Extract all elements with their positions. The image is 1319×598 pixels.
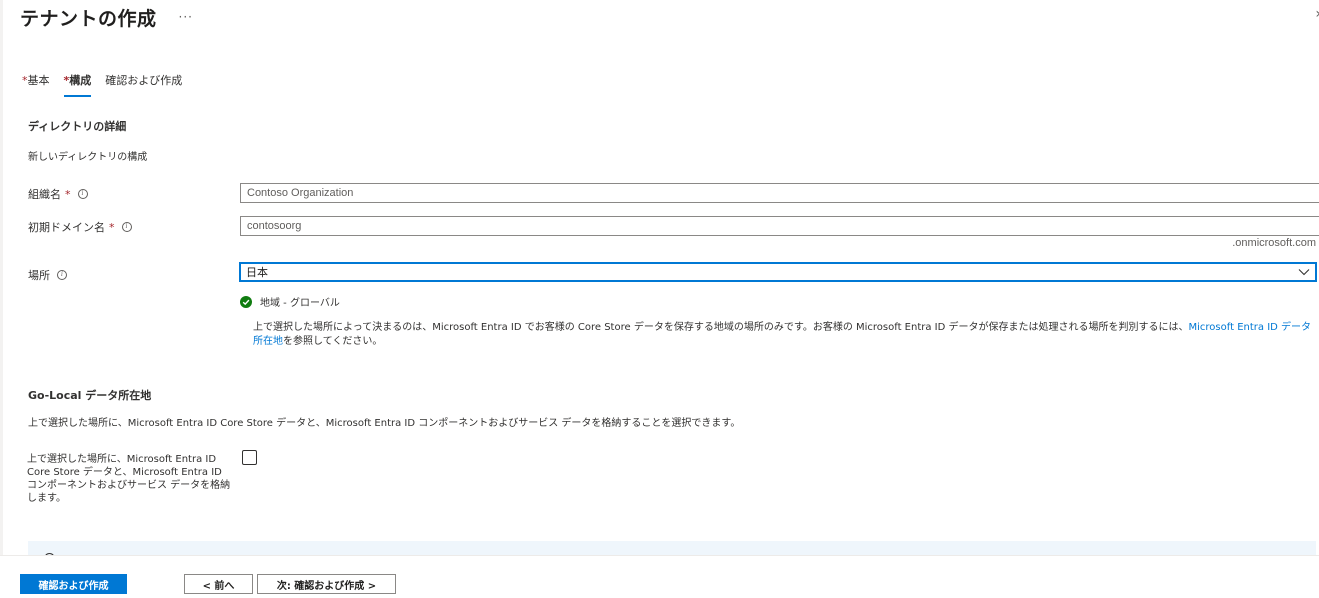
info-icon[interactable]: i	[77, 189, 88, 199]
page-header: テナントの作成 ···	[20, 2, 193, 32]
location-note-prefix: 上で選択した場所によって決まるのは、Microsoft Entra ID でお客…	[253, 322, 1189, 333]
tab-label: 基本	[27, 74, 50, 87]
domain-name-input[interactable]	[240, 216, 1319, 236]
go-local-checkbox-label: 上で選択した場所に、Microsoft Entra ID Core Store …	[27, 454, 231, 504]
org-name-label: 組織名 * i	[28, 186, 88, 202]
tab-label: 構成	[69, 74, 92, 87]
org-name-input[interactable]	[240, 183, 1319, 203]
required-marker: *	[65, 187, 71, 201]
tab-label: 確認および作成	[105, 74, 183, 87]
page-title: テナントの作成	[20, 7, 157, 30]
directory-details-heading: ディレクトリの詳細	[28, 120, 127, 133]
info-icon[interactable]: i	[57, 270, 67, 280]
chevron-down-icon	[1298, 269, 1310, 276]
go-local-checkbox[interactable]	[242, 450, 257, 465]
directory-subtitle: 新しいディレクトリの構成	[28, 152, 148, 163]
go-local-heading: Go-Local データ所在地	[28, 389, 152, 402]
wizard-tabs: *基本 *構成 確認および作成	[22, 72, 196, 97]
location-label: 場所 i	[28, 267, 67, 283]
domain-name-label: 初期ドメイン名 * i	[28, 219, 132, 235]
location-select[interactable]: 日本	[239, 262, 1317, 282]
tab-basics[interactable]: *基本	[22, 72, 50, 97]
previous-button[interactable]: < 前へ	[184, 574, 253, 594]
info-icon[interactable]: i	[121, 222, 132, 232]
region-status-text: 地域 - グローバル	[260, 298, 340, 309]
required-marker: *	[109, 220, 115, 234]
check-circle-icon	[240, 295, 252, 308]
location-note-suffix: を参照してください。	[283, 336, 383, 347]
chevron-right-icon[interactable]: ›	[1315, 6, 1319, 22]
footer-bar: 確認および作成 < 前へ 次: 確認および作成 >	[0, 555, 1319, 598]
go-local-description: 上で選択した場所に、Microsoft Entra ID Core Store …	[28, 418, 741, 429]
location-label-text: 場所	[28, 269, 50, 282]
domain-name-label-text: 初期ドメイン名	[28, 221, 105, 234]
location-note: 上で選択した場所によって決まるのは、Microsoft Entra ID でお客…	[253, 321, 1315, 349]
more-options-icon[interactable]: ···	[179, 10, 193, 24]
region-status: 地域 - グローバル	[240, 294, 340, 309]
info-banner	[28, 541, 1316, 564]
review-create-button[interactable]: 確認および作成	[20, 574, 127, 594]
tab-review-create[interactable]: 確認および作成	[105, 72, 182, 97]
tab-configuration[interactable]: *構成	[63, 72, 92, 97]
domain-suffix: .onmicrosoft.com	[1232, 237, 1316, 249]
left-edge-bar	[0, 0, 3, 597]
org-name-label-text: 組織名	[28, 188, 61, 201]
next-button[interactable]: 次: 確認および作成 >	[257, 574, 396, 594]
location-selected-value: 日本	[246, 266, 268, 279]
